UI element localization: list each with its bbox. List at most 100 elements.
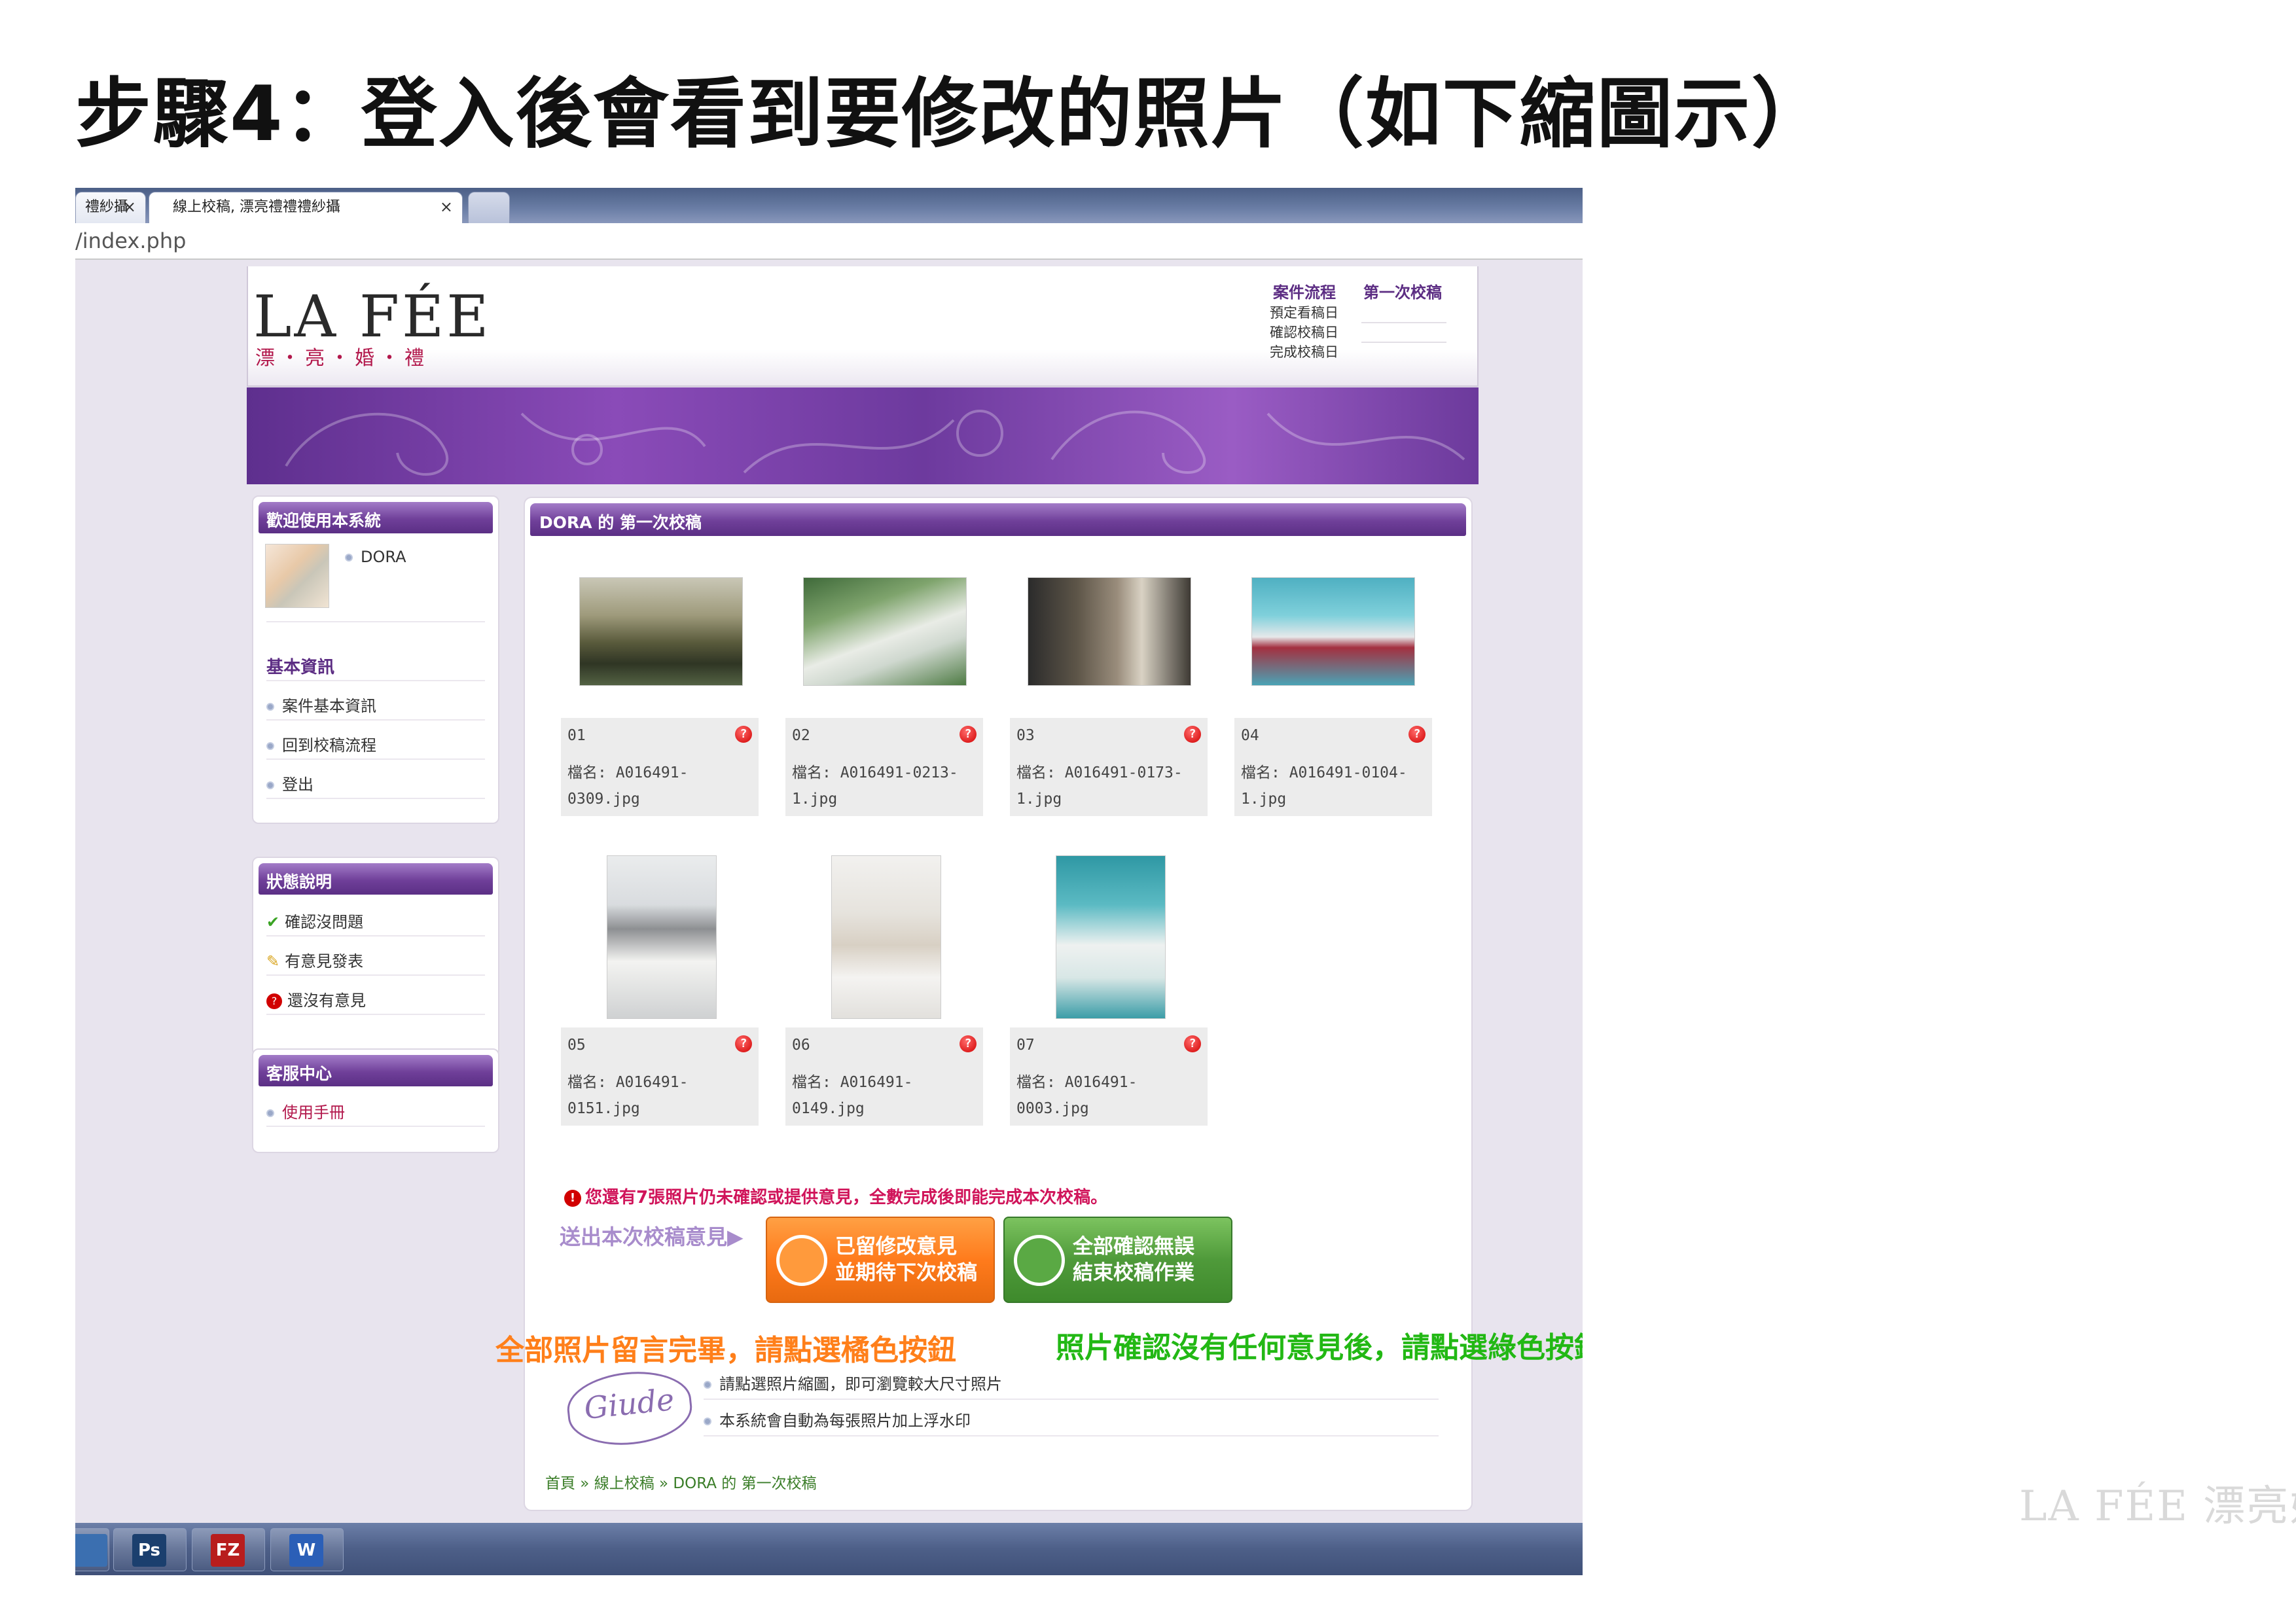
photo-caption: 07? 檔名: A016491-0003.jpg — [1010, 1027, 1208, 1126]
site-logo-subtitle: 漂・亮・婚・禮 — [255, 347, 429, 370]
bullet-icon — [345, 554, 353, 562]
address-bar[interactable]: /index.php — [75, 223, 1583, 260]
photo-thumbnail[interactable] — [1056, 855, 1166, 1019]
browser-tab-active[interactable]: 線上校稿, 漂亮禮禮禮紗攝 × — [149, 192, 463, 223]
new-tab-button[interactable] — [468, 192, 510, 223]
photo-number: 06 — [792, 1037, 810, 1054]
status-panel-title: 狀態說明 — [259, 863, 493, 895]
breadcrumb[interactable]: 首頁 » 線上校稿 » DORA 的 第一次校稿 — [545, 1471, 817, 1493]
browser-tab[interactable]: 禮紗攝 × — [75, 192, 146, 223]
photo-thumbnail[interactable] — [831, 855, 941, 1019]
divider — [704, 1399, 1439, 1400]
question-icon: ? — [266, 993, 282, 1009]
divider — [266, 758, 485, 760]
slide-title: 步驟4：登入後會看到要修改的照片（如下縮圖示） — [75, 70, 1829, 158]
status-comment: ✎ 有意見發表 — [266, 952, 364, 971]
support-panel: 客服中心 使用手冊 — [252, 1048, 499, 1153]
url-text: /index.php — [75, 228, 187, 253]
app-icon — [75, 1534, 107, 1567]
close-icon[interactable]: × — [440, 198, 453, 215]
purple-banner — [247, 387, 1479, 484]
photoshop-icon: Ps — [132, 1534, 166, 1567]
photo-caption: 04? 檔名: A016491-0104-1.jpg — [1234, 718, 1432, 816]
smiley-icon — [1014, 1235, 1065, 1286]
filezilla-icon: FZ — [211, 1534, 245, 1567]
pending-warning: ! 您還有7張照片仍未確認或提供意見，全數完成後即能完成本次校稿。 — [564, 1184, 1107, 1208]
divider — [266, 798, 485, 799]
taskbar-photoshop[interactable]: Ps — [113, 1528, 187, 1571]
status-pending: ? 還沒有意見 — [266, 988, 366, 1010]
site-logo[interactable]: LA FÉE — [253, 283, 492, 350]
flow-row-value — [1361, 342, 1446, 343]
question-icon[interactable]: ? — [1408, 726, 1426, 743]
taskbar-filezilla[interactable]: FZ — [192, 1528, 265, 1571]
confirm-all-button[interactable]: 全部確認無誤 結束校稿作業 — [1003, 1217, 1232, 1303]
question-icon[interactable]: ? — [1184, 1035, 1201, 1052]
flow-row-label: 確認校稿日 — [1270, 325, 1338, 340]
photo-thumbnail[interactable] — [579, 577, 743, 686]
taskbar-word[interactable]: W — [270, 1528, 344, 1571]
bullet-icon — [704, 1418, 711, 1425]
status-panel: 狀態說明 ✔ 確認沒問題 ✎ 有意見發表 ? 還沒有意見 — [252, 857, 499, 1056]
proof-panel-title: DORA 的 第一次校稿 — [530, 503, 1466, 536]
photo-thumbnail[interactable] — [1251, 577, 1415, 686]
comment-submit-button[interactable]: 已留修改意見 並期待下次校稿 — [766, 1217, 995, 1303]
bullet-icon — [266, 781, 274, 789]
flow-row-value — [1361, 322, 1446, 323]
divider — [266, 974, 485, 976]
sidebar-item-back-to-flow[interactable]: 回到校稿流程 — [266, 732, 376, 755]
sidebar-item-manual[interactable]: 使用手冊 — [266, 1099, 345, 1122]
flow-row-label: 預定看稿日 — [1270, 305, 1338, 321]
close-icon[interactable]: × — [123, 198, 136, 215]
send-label: 送出本次校稿意見▶ — [560, 1224, 744, 1249]
photo-filename: 檔名: A016491-0003.jpg — [1016, 1074, 1138, 1117]
bullet-icon — [266, 703, 274, 711]
flow-stage: 第一次校稿 — [1363, 283, 1442, 302]
browser-tab-label: 線上校稿, 漂亮禮禮禮紗攝 — [173, 199, 340, 215]
photo-filename: 檔名: A016491-0173-1.jpg — [1016, 764, 1183, 808]
photo-thumbnail[interactable] — [607, 855, 717, 1019]
pencil-icon: ✎ — [266, 952, 280, 971]
photo-caption: 03? 檔名: A016491-0173-1.jpg — [1010, 718, 1208, 816]
photo-number: 02 — [792, 727, 810, 744]
photo-thumbnail[interactable] — [1028, 577, 1191, 686]
welcome-panel: 歡迎使用本系統 DORA 基本資訊 案件基本資訊 回到校稿流程 登出 — [252, 495, 499, 824]
photo-thumbnail[interactable] — [803, 577, 967, 686]
question-icon[interactable]: ? — [735, 1035, 752, 1052]
flow-title: 案件流程 — [1273, 283, 1336, 302]
question-icon[interactable]: ? — [1184, 726, 1201, 743]
brand-watermark: LA FÉE 漂亮婚紗 — [2019, 1482, 2296, 1531]
question-icon[interactable]: ? — [735, 726, 752, 743]
photo-number: 04 — [1241, 727, 1259, 744]
support-panel-title: 客服中心 — [259, 1055, 493, 1086]
browser-tab-bar: 禮紗攝 × 線上校稿, 漂亮禮禮禮紗攝 × — [75, 188, 1583, 223]
photo-filename: 檔名: A016491-0213-1.jpg — [792, 764, 958, 808]
divider — [266, 719, 485, 721]
user-name: DORA — [345, 548, 406, 566]
question-icon[interactable]: ? — [960, 1035, 977, 1052]
green-button-annotation: 照片確認沒有任何意見後，請點選綠色按鈕 — [1056, 1331, 1583, 1364]
taskbar-app[interactable] — [75, 1528, 109, 1571]
divider — [266, 1014, 485, 1015]
basic-info-heading: 基本資訊 — [266, 658, 335, 677]
taskbar: Ps FZ W — [75, 1523, 1583, 1575]
status-ok: ✔ 確認沒問題 — [266, 913, 364, 931]
photo-caption: 05? 檔名: A016491-0151.jpg — [561, 1027, 759, 1126]
divider — [266, 680, 485, 681]
divider — [266, 621, 485, 622]
bullet-icon — [704, 1381, 711, 1389]
check-icon: ✔ — [266, 913, 280, 931]
orange-button-annotation: 全部照片留言完畢，請點選橘色按鈕 — [495, 1334, 956, 1367]
photo-filename: 檔名: A016491-0149.jpg — [792, 1074, 913, 1117]
flow-row-label: 完成校稿日 — [1270, 344, 1338, 360]
question-icon[interactable]: ? — [960, 726, 977, 743]
photo-filename: 檔名: A016491-0309.jpg — [567, 764, 689, 808]
photo-caption: 02? 檔名: A016491-0213-1.jpg — [785, 718, 983, 816]
sidebar-item-logout[interactable]: 登出 — [266, 772, 314, 794]
sidebar-item-case-info[interactable]: 案件基本資訊 — [266, 693, 376, 716]
browser-tab-label: 禮紗攝 — [85, 199, 129, 215]
word-icon: W — [289, 1534, 323, 1567]
photo-number: 07 — [1016, 1037, 1035, 1054]
bullet-icon — [266, 742, 274, 750]
photo-number: 05 — [567, 1037, 586, 1054]
